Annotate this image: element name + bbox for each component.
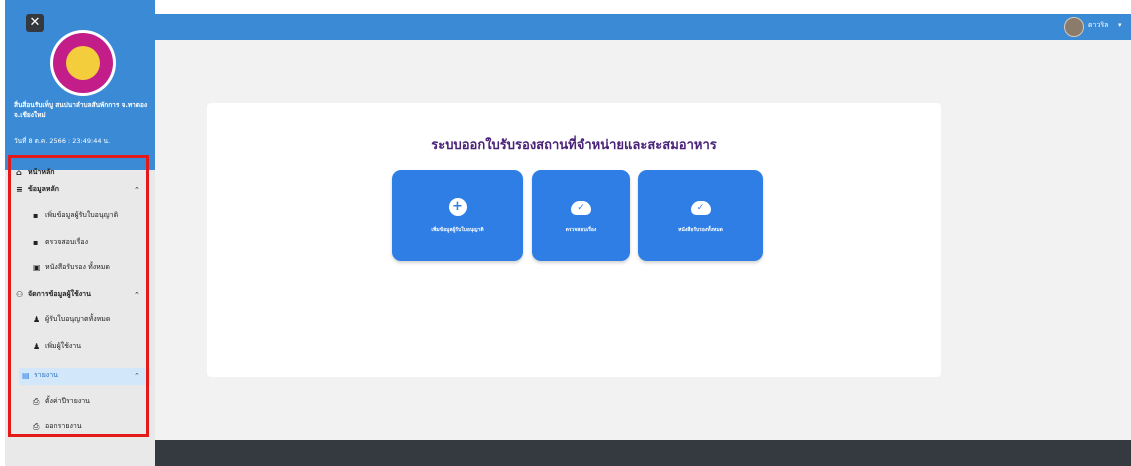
tile-label: ตรวจสอบเรื่อง: [565, 227, 597, 233]
chevron-up-icon: ⌃: [134, 371, 140, 380]
cloud-check-icon: ✓: [690, 201, 711, 215]
sidebar-item-label: หนังสือรับรอง ทั้งหมด: [45, 263, 110, 271]
check-icon: ▪: [33, 238, 39, 247]
sidebar-item-all-certificates[interactable]: ▣ หนังสือรับรอง ทั้งหมด: [33, 262, 110, 273]
sidebar-item-label: เพิ่มผู้ใช้งาน: [45, 342, 82, 350]
home-icon: ⌂: [16, 168, 22, 177]
sidebar-item-all-licensees[interactable]: ♟ ผู้รับใบอนุญาตทั้งหมด: [33, 314, 110, 325]
sidebar-item-report-year-settings[interactable]: ⎙ ตั้งค่าปีรายงาน: [33, 396, 90, 407]
users-manage-icon: ⚇: [16, 290, 24, 299]
page-title: ระบบออกใบรับรองสถานที่จำหน่ายและสะสมอาหา…: [431, 138, 717, 153]
sidebar-item-label: รายงาน: [34, 371, 58, 379]
add-licensee-tile-button[interactable]: + เพิ่มข้อมูลผู้รับใบอนุญาติ: [392, 170, 523, 261]
sidebar-item-master-data[interactable]: ≡ ข้อมูลหลัก ⌃: [16, 184, 144, 195]
sidebar-header: ✕ สิ่นสิ่อนรับเท็บู สนปนาลำบลสันพักการ จ…: [5, 0, 155, 170]
printer-icon: ⎙: [33, 421, 40, 431]
sidebar-item-label: ออกรายงาน: [45, 422, 82, 430]
add-user-icon: ♟: [33, 342, 41, 351]
sidebar-item-check-matter[interactable]: ▪ ตรวจสอบเรื่อง: [33, 237, 88, 248]
all-certificates-tile-button[interactable]: ✓ หนังสือรับรองทั้งหมด: [638, 170, 763, 261]
sidebar-item-user-management[interactable]: ⚇ จัดการข้อมูลผู้ใช้งาน ⌃: [16, 289, 144, 300]
sidebar-item-label: ข้อมูลหลัก: [28, 185, 60, 193]
sidebar-item-home[interactable]: ⌂ หน้าหลัก: [16, 167, 54, 178]
user-name[interactable]: ดาวริล: [1088, 18, 1108, 32]
close-icon: ✕: [29, 15, 41, 30]
sidebar-item-label: ผู้รับใบอนุญาตทั้งหมด: [45, 315, 111, 323]
tile-label: หนังสือรับรองทั้งหมด: [678, 227, 723, 233]
organization-name: สิ่นสิ่อนรับเท็บู สนปนาลำบลสันพักการ จ.ท…: [14, 101, 148, 119]
plus-circle-icon: +: [448, 198, 467, 216]
sidebar-item-add-licensee[interactable]: ▪ เพิ่มข้อมูลผู้รับใบอนุญาติ: [33, 210, 118, 221]
chevron-up-icon: ⌃: [134, 185, 140, 194]
organization-logo: [50, 30, 116, 96]
database-icon: ≡: [16, 185, 23, 194]
chevron-up-icon: ⌃: [134, 290, 140, 299]
close-sidebar-button[interactable]: ✕: [26, 14, 44, 32]
sidebar-item-label: ตั้งค่าปีรายงาน: [45, 397, 90, 405]
documents-icon: ▣: [33, 263, 41, 272]
sidebar-item-label: เพิ่มข้อมูลผู้รับใบอนุญาติ: [45, 211, 119, 219]
check-matter-tile-button[interactable]: ✓ ตรวจสอบเรื่อง: [532, 170, 630, 261]
sidebar-item-label: จัดการข้อมูลผู้ใช้งาน: [28, 290, 91, 298]
sidebar-item-generate-report[interactable]: ⎙ ออกรายงาน: [33, 421, 82, 432]
user-avatar[interactable]: [1064, 17, 1084, 37]
user-icon: ♟: [33, 315, 41, 324]
report-icon: ▤: [22, 371, 30, 380]
tile-label: เพิ่มข้อมูลผู้รับใบอนุญาติ: [431, 227, 484, 233]
sidebar-item-label: ตรวจสอบเรื่อง: [45, 238, 89, 246]
footer: [155, 440, 1131, 466]
sidebar-item-add-user[interactable]: ♟ เพิ่มผู้ใช้งาน: [33, 341, 81, 352]
logo-emblem: [66, 46, 100, 80]
sidebar-item-report[interactable]: ▤ รายงาน ⌃: [22, 370, 144, 381]
current-datetime: วันที่ 8 ต.ค. 2566 : 23:49:44 น.: [14, 137, 111, 145]
top-navbar: [155, 14, 1131, 40]
cloud-check-icon: ✓: [571, 201, 591, 215]
printer-icon: ⎙: [33, 396, 40, 406]
form-icon: ▪: [33, 211, 39, 220]
sidebar-item-label: หน้าหลัก: [28, 168, 55, 176]
user-menu-caret-icon[interactable]: ▾: [1118, 18, 1122, 32]
